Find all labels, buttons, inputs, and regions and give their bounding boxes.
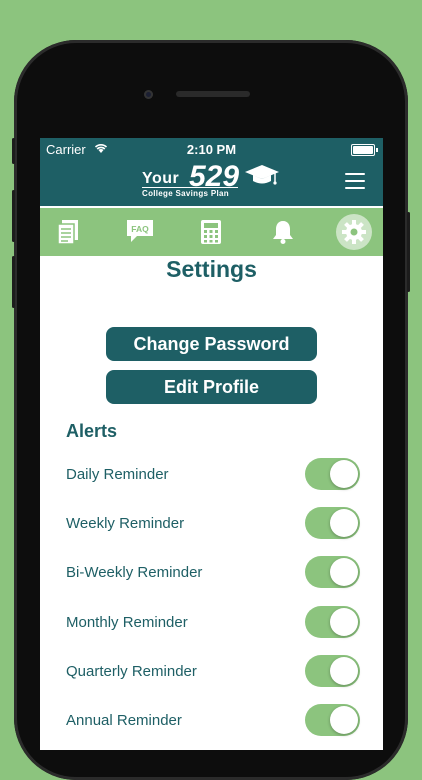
alert-label: Weekly Reminder [66, 515, 185, 532]
status-bar: Carrier 2:10 PM [40, 138, 383, 160]
bell-icon [273, 221, 293, 244]
nav-faq-tab[interactable]: FAQ [122, 214, 158, 250]
nav-alerts-tab[interactable] [265, 214, 301, 250]
graduation-cap-icon [245, 165, 279, 185]
nav-documents-tab[interactable] [50, 214, 86, 250]
alert-label: Quarterly Reminder [66, 663, 197, 680]
alert-row-annual: Annual Reminder [66, 704, 360, 738]
icon-nav-bar: FAQ [40, 208, 383, 256]
gear-icon [342, 220, 366, 244]
alert-label: Monthly Reminder [66, 614, 188, 631]
nav-calculator-tab[interactable] [193, 214, 229, 250]
phone-volume-down-button [12, 256, 15, 308]
edit-profile-button[interactable]: Edit Profile [106, 370, 317, 404]
quarterly-reminder-toggle[interactable] [305, 655, 360, 687]
app-header: Your 529 College Savings Plan [40, 160, 383, 206]
alert-row-biweekly: Bi-Weekly Reminder [66, 556, 360, 590]
page-title: Settings [166, 256, 257, 282]
alert-row-quarterly: Quarterly Reminder [66, 655, 360, 689]
earpiece-speaker [176, 91, 250, 97]
annual-reminder-toggle[interactable] [305, 704, 360, 736]
alert-row-monthly: Monthly Reminder [66, 606, 360, 640]
alert-label: Bi-Weekly Reminder [66, 564, 203, 581]
alerts-heading: Alerts [66, 421, 118, 441]
change-password-button[interactable]: Change Password [106, 327, 317, 361]
alert-row-weekly: Weekly Reminder [66, 507, 360, 541]
hamburger-menu-icon[interactable] [345, 173, 365, 191]
daily-reminder-toggle[interactable] [305, 458, 360, 490]
weekly-reminder-toggle[interactable] [305, 507, 360, 539]
app-screen: Carrier 2:10 PM Your 529 College Savings… [40, 138, 383, 750]
alert-label: Daily Reminder [66, 466, 169, 483]
faq-icon-label: FAQ [131, 224, 149, 234]
document-icon [57, 220, 78, 245]
your529-logo: Your 529 College Savings Plan [140, 160, 280, 202]
calculator-icon [201, 220, 221, 244]
logo-your-text: Your [142, 170, 180, 187]
faq-icon: FAQ [127, 220, 153, 242]
alert-row-daily: Daily Reminder [66, 458, 360, 492]
phone-side-button [12, 138, 15, 164]
front-camera [144, 90, 153, 99]
monthly-reminder-toggle[interactable] [305, 606, 360, 638]
phone-volume-up-button [12, 190, 15, 242]
battery-icon [351, 144, 378, 156]
alert-label: Annual Reminder [66, 712, 182, 729]
phone-power-button [407, 212, 410, 292]
nav-settings-tab[interactable] [336, 214, 372, 250]
logo-subtitle: College Savings Plan [142, 189, 229, 198]
status-time: 2:10 PM [186, 142, 237, 157]
biweekly-reminder-toggle[interactable] [305, 556, 360, 588]
